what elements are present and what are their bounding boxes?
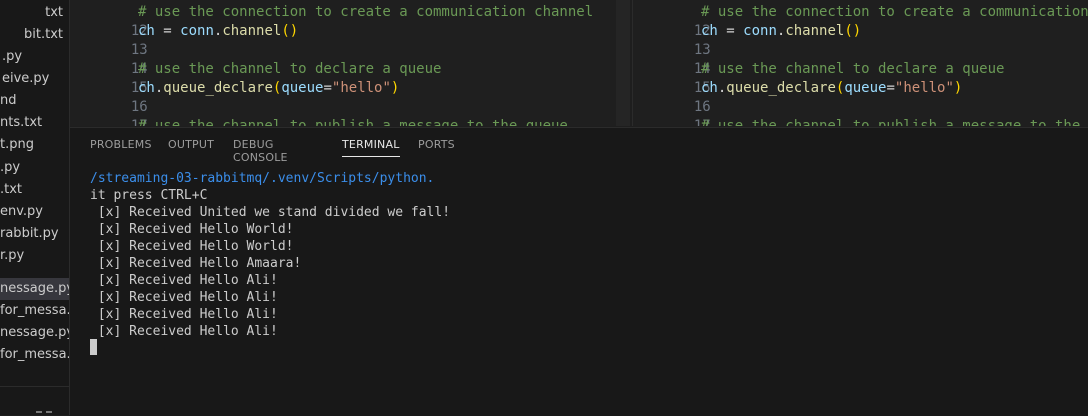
code-line: 15 # use the channel to declare a queue xyxy=(633,60,1005,96)
explorer-file-item[interactable]: .py xyxy=(0,46,22,68)
code-comment: # use the channel to declare a queue xyxy=(701,61,1005,77)
scroll-arrow-icon xyxy=(46,411,52,413)
code-line: 12 # use the connection to create a comm… xyxy=(70,3,593,39)
code-line: 16 ch.queue_declare(queue="hello") xyxy=(70,79,400,115)
explorer-file-item[interactable]: r.py xyxy=(0,245,24,267)
scroll-arrow-icon xyxy=(36,411,42,413)
explorer-file-item[interactable]: t.png xyxy=(0,134,34,156)
explorer-file-item[interactable]: for_messa... xyxy=(0,300,69,322)
terminal-line: [x] Received Hello Amaara! xyxy=(90,256,302,271)
explorer-file-item[interactable]: rabbit.py xyxy=(0,223,59,245)
explorer-file-item[interactable]: bit.txt xyxy=(24,24,63,46)
code-line: 17 xyxy=(70,98,148,126)
editor-left[interactable]: 12 # use the connection to create a comm… xyxy=(70,0,630,126)
explorer-file-item[interactable]: nessage.py xyxy=(0,322,69,344)
tab-debug-console[interactable]: DEBUG CONSOLE xyxy=(233,138,288,169)
explorer-file-item[interactable]: nts.txt xyxy=(0,112,42,134)
code-comment: # use the connection to create a communi… xyxy=(701,4,1088,20)
terminal-line: [x] Received Hello Ali! xyxy=(90,290,278,305)
code-comment: # use the connection to create a communi… xyxy=(138,4,594,20)
code-comment: # use the channel to publish a message t… xyxy=(701,118,1088,126)
code-line: 12 # use the connection to create a comm… xyxy=(633,3,1088,39)
terminal-line: [x] Received Hello World! xyxy=(90,222,294,237)
editor-scrollbar[interactable] xyxy=(616,0,630,126)
terminal-line: [x] Received Hello Ali! xyxy=(90,307,278,322)
explorer-file-item[interactable]: eive.py xyxy=(0,68,49,90)
explorer-file-item[interactable]: txt xyxy=(45,2,63,24)
explorer-file-item[interactable]: nd xyxy=(0,90,17,112)
terminal-output[interactable]: /streaming-03-rabbitmq/.venv/Scripts/pyt… xyxy=(90,170,1088,416)
explorer-scrollbar[interactable] xyxy=(0,386,69,415)
code-line: 18 # use the channel to publish a messag… xyxy=(633,117,1080,126)
tab-output[interactable]: OUTPUT xyxy=(168,138,214,156)
code-line: 13 ch = conn.channel() xyxy=(633,22,861,58)
terminal-path-line: /streaming-03-rabbitmq/.venv/Scripts/pyt… xyxy=(90,171,435,186)
code-line: 13 ch = conn.channel() xyxy=(70,22,298,58)
explorer-file-item[interactable]: env.py xyxy=(0,201,43,223)
explorer-file-item[interactable]: for_messa... xyxy=(0,344,69,366)
terminal-line: [x] Received Hello World! xyxy=(90,239,294,254)
code-comment: # use the channel to publish a message t… xyxy=(138,118,568,126)
explorer-file-item-selected[interactable]: nessage.py xyxy=(0,278,69,300)
explorer-file-item[interactable]: .txt xyxy=(0,179,22,201)
code-line: 16 ch.queue_declare(queue="hello") xyxy=(633,79,963,115)
bottom-panel: PROBLEMS OUTPUT DEBUG CONSOLE TERMINAL P… xyxy=(70,127,1088,416)
explorer-sidebar: txt bit.txt .py eive.py nd nts.txt t.png… xyxy=(0,0,70,415)
terminal-line: [x] Received Hello Ali! xyxy=(90,324,278,339)
tab-terminal[interactable]: TERMINAL xyxy=(342,138,400,157)
code-line: 14 xyxy=(633,41,711,77)
terminal-line: [x] Received Hello Ali! xyxy=(90,273,278,288)
code-line: 15 # use the channel to declare a queue xyxy=(70,60,442,96)
tab-problems[interactable]: PROBLEMS xyxy=(90,138,152,156)
code-line: 14 xyxy=(70,41,148,77)
terminal-cursor xyxy=(90,339,97,355)
editor-right[interactable]: 12 # use the connection to create a comm… xyxy=(632,0,1088,126)
code-line: 18 # use the channel to publish a messag… xyxy=(70,117,568,126)
tab-ports[interactable]: PORTS xyxy=(418,138,455,156)
code-line: 17 xyxy=(633,98,711,126)
explorer-file-item[interactable]: .py xyxy=(0,157,20,179)
terminal-line: [x] Received United we stand divided we … xyxy=(90,205,451,220)
code-comment: # use the channel to declare a queue xyxy=(138,61,442,77)
terminal-line: it press CTRL+C xyxy=(90,188,208,203)
